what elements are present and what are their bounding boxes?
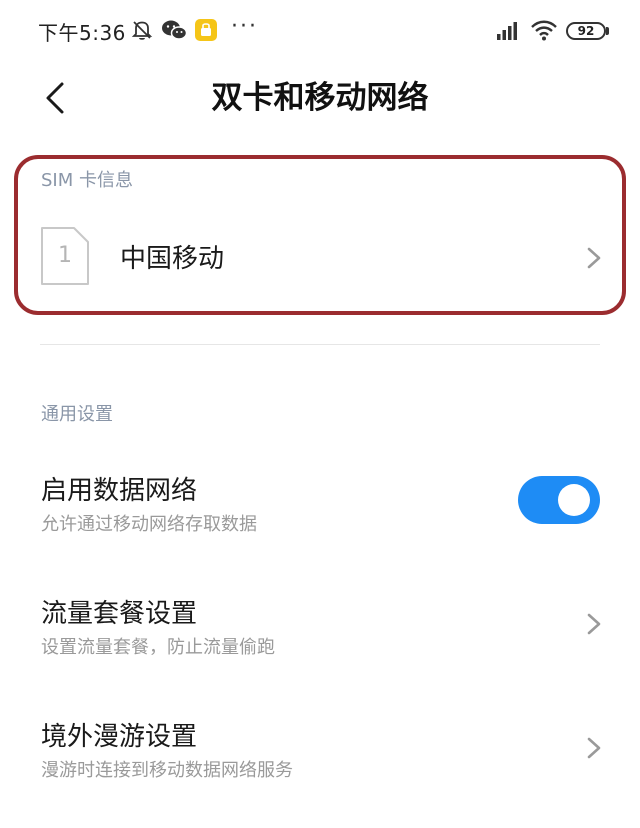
sim-card-number: 1 bbox=[58, 243, 72, 268]
section-divider bbox=[40, 344, 600, 345]
setting-title: 境外漫游设置 bbox=[41, 722, 198, 752]
signal-icon bbox=[497, 22, 517, 40]
wechat-icon bbox=[162, 20, 188, 40]
setting-subtitle: 允许通过移动网络存取数据 bbox=[41, 514, 257, 535]
battery-nub bbox=[606, 27, 609, 35]
chevron-right-icon bbox=[587, 613, 601, 635]
page-title: 双卡和移动网络 bbox=[211, 80, 429, 116]
setting-title: 启用数据网络 bbox=[41, 476, 198, 506]
toggle-knob bbox=[558, 484, 590, 516]
chevron-left-icon bbox=[46, 82, 64, 114]
sim-card-row[interactable]: 1 中国移动 bbox=[18, 210, 622, 305]
setting-subtitle: 设置流量套餐，防止流量偷跑 bbox=[41, 637, 275, 658]
chevron-right-icon bbox=[587, 247, 601, 269]
battery-icon: 92 bbox=[566, 22, 606, 40]
wifi-icon bbox=[531, 20, 557, 41]
status-bar: 下午5:36 ··· 92 bbox=[0, 0, 640, 62]
setting-subtitle: 漫游时连接到移动数据网络服务 bbox=[41, 760, 293, 781]
chevron-right-icon bbox=[587, 737, 601, 759]
mute-bell-icon bbox=[131, 21, 153, 40]
header: 双卡和移动网络 bbox=[0, 62, 640, 134]
more-notifications-icon: ··· bbox=[231, 14, 258, 39]
app-notification-icon bbox=[195, 19, 217, 41]
status-time: 下午5:36 bbox=[38, 21, 126, 45]
mobile-data-toggle[interactable] bbox=[518, 476, 600, 524]
setting-title: 流量套餐设置 bbox=[41, 599, 198, 629]
back-button[interactable] bbox=[36, 78, 76, 118]
sim-section-label: SIM 卡信息 bbox=[41, 170, 133, 191]
sim-carrier-name: 中国移动 bbox=[120, 244, 225, 274]
battery-level: 92 bbox=[577, 24, 595, 38]
general-section-label: 通用设置 bbox=[41, 404, 113, 425]
